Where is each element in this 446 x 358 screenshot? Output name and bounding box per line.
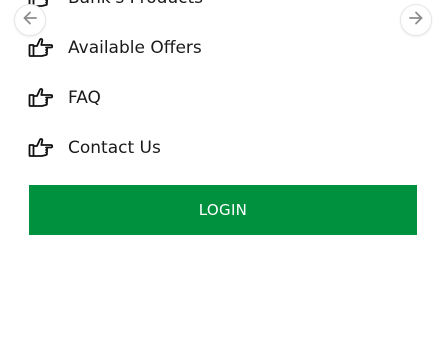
carousel-next-button[interactable] (400, 4, 432, 36)
menu-item-banks-products[interactable]: Bank's Products (28, 0, 203, 13)
pointing-hand-icon (28, 136, 54, 160)
login-button[interactable]: LOGIN (29, 185, 417, 235)
menu-item-label: Bank's Products (68, 0, 203, 8)
pointing-hand-icon (28, 86, 54, 110)
arrow-left-icon (22, 10, 38, 30)
menu-item-contact-us[interactable]: Contact Us (28, 133, 161, 163)
login-button-label: LOGIN (198, 201, 248, 219)
menu-item-available-offers[interactable]: Available Offers (28, 33, 202, 63)
pointing-hand-icon (28, 36, 54, 60)
menu-item-label: Available Offers (68, 38, 202, 58)
page: Bank's Products Available Offers FAQ (0, 0, 446, 358)
carousel-prev-button[interactable] (14, 4, 46, 36)
menu-item-faq[interactable]: FAQ (28, 83, 101, 113)
menu-item-label: FAQ (68, 88, 101, 108)
menu-item-label: Contact Us (68, 138, 161, 158)
arrow-right-icon (408, 10, 424, 30)
